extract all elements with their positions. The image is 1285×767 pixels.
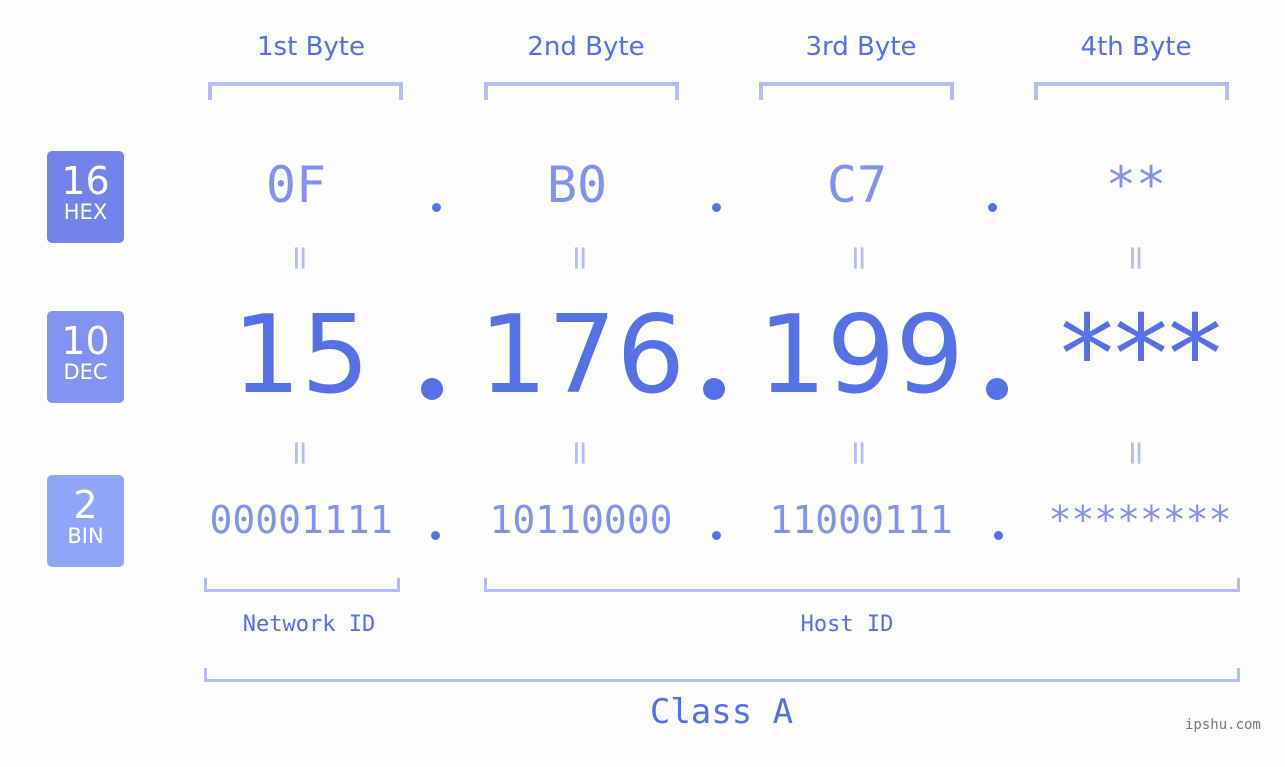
hex-byte-1: 0F <box>265 156 327 214</box>
bin-badge: 2 BIN <box>47 475 124 567</box>
host-id-label: Host ID <box>800 612 894 637</box>
equals-icon: = <box>560 438 600 468</box>
equals-icon: = <box>839 243 879 273</box>
hex-dot-3 <box>988 203 997 212</box>
byte-bracket-3 <box>759 82 954 100</box>
dec-dot-2 <box>703 378 725 400</box>
hex-dot-2 <box>712 203 721 212</box>
bin-dot-2 <box>712 531 721 540</box>
hex-byte-4: ** <box>1105 156 1167 214</box>
bin-byte-1: 00001111 <box>209 498 393 542</box>
dec-byte-4: *** <box>1060 293 1222 418</box>
bin-byte-2: 10110000 <box>489 498 673 542</box>
hex-dot-1 <box>432 203 441 212</box>
network-id-bracket <box>204 578 400 592</box>
dec-badge: 10 DEC <box>47 311 124 403</box>
dec-dot-1 <box>421 378 443 400</box>
bin-dot-1 <box>431 531 440 540</box>
equals-icon: = <box>839 438 879 468</box>
network-id-label: Network ID <box>242 612 376 637</box>
dec-badge-number: 10 <box>61 319 110 363</box>
class-bracket <box>204 668 1240 682</box>
byte-label-4: 4th Byte <box>1080 32 1192 62</box>
hex-badge-number: 16 <box>61 159 110 203</box>
bin-byte-4: ******** <box>1048 498 1232 542</box>
byte-bracket-1 <box>208 82 403 100</box>
equals-icon: = <box>560 243 600 273</box>
class-label: Class A <box>649 692 794 732</box>
byte-label-1: 1st Byte <box>257 32 365 62</box>
host-id-bracket <box>484 578 1240 592</box>
equals-icon: = <box>1116 438 1156 468</box>
dec-byte-1: 15 <box>232 293 370 418</box>
bin-badge-number: 2 <box>73 483 98 527</box>
dec-dot-3 <box>986 378 1008 400</box>
dec-byte-3: 199 <box>757 293 965 418</box>
hex-badge-label: HEX <box>63 200 108 224</box>
brand-watermark: ipshu.com <box>1185 717 1261 733</box>
byte-bracket-2 <box>484 82 679 100</box>
dec-badge-label: DEC <box>63 360 108 384</box>
hex-byte-2: B0 <box>546 156 608 214</box>
bin-byte-3: 11000111 <box>769 498 953 542</box>
equals-icon: = <box>1116 243 1156 273</box>
equals-icon: = <box>280 438 320 468</box>
dec-byte-2: 176 <box>478 293 686 418</box>
hex-byte-3: C7 <box>826 156 888 214</box>
bin-badge-label: BIN <box>67 524 104 548</box>
byte-label-3: 3rd Byte <box>805 32 917 62</box>
hex-badge: 16 HEX <box>47 151 124 243</box>
byte-label-2: 2nd Byte <box>527 32 645 62</box>
equals-icon: = <box>280 243 320 273</box>
byte-bracket-4 <box>1034 82 1229 100</box>
bin-dot-3 <box>994 531 1003 540</box>
